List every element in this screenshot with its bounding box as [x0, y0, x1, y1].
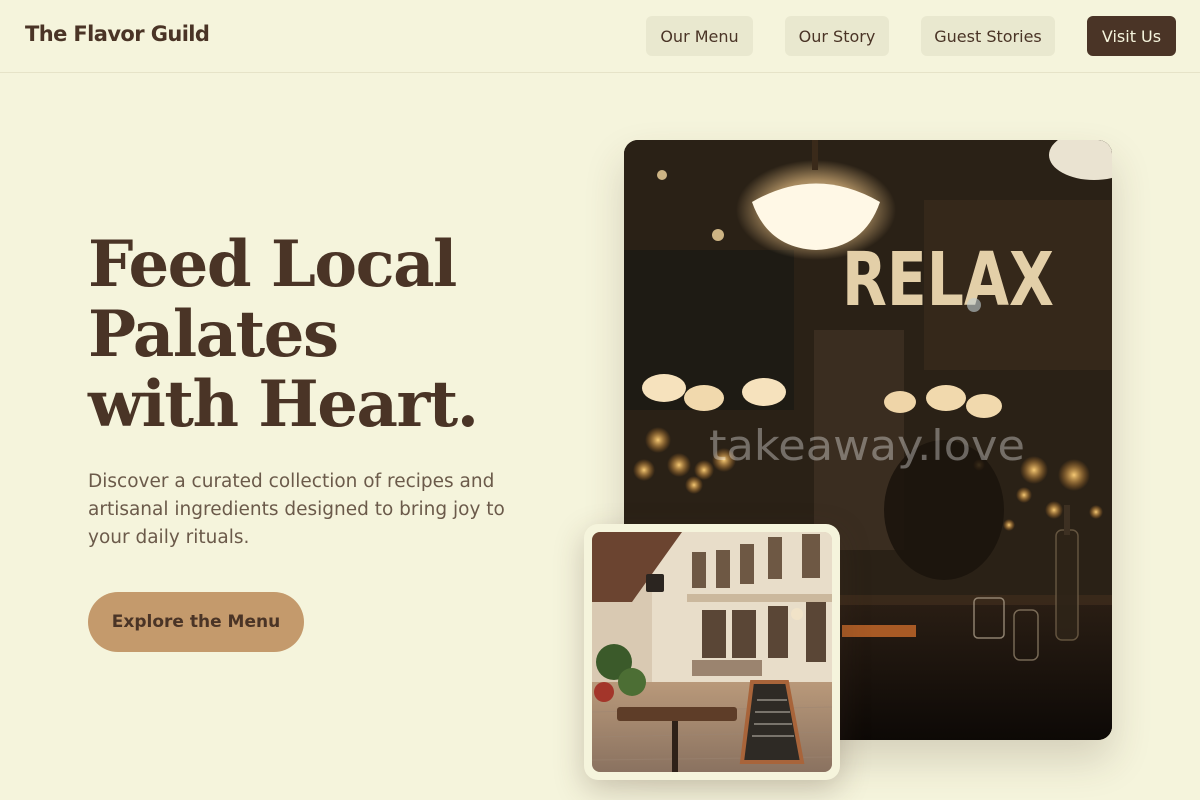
visit-us-button[interactable]: Visit Us [1087, 16, 1176, 56]
nav-our-story-button[interactable]: Our Story [785, 16, 889, 56]
hero-title: Feed Local Palates with Heart. [88, 230, 558, 440]
hero-title-line-1: Feed Local [88, 227, 457, 302]
hero-title-line-3: with Heart. [88, 367, 479, 442]
street-cafe-photo-card [584, 524, 840, 780]
top-nav-bar: The Flavor Guild Our Menu Our Story Gues… [0, 0, 1200, 73]
nav-our-menu-button[interactable]: Our Menu [646, 16, 753, 56]
hero-description: Discover a curated collection of recipes… [88, 471, 505, 548]
nav-guest-stories-button[interactable]: Guest Stories [921, 16, 1055, 56]
hero-title-line-2: Palates [88, 297, 339, 372]
brand-logo-text[interactable]: The Flavor Guild [25, 22, 210, 46]
explore-menu-button[interactable]: Explore the Menu [88, 592, 304, 652]
street-cafe-photo [592, 532, 832, 772]
relax-sign-text: RELAX [842, 237, 1054, 323]
watermark-text: takeaway.love [709, 421, 1025, 470]
